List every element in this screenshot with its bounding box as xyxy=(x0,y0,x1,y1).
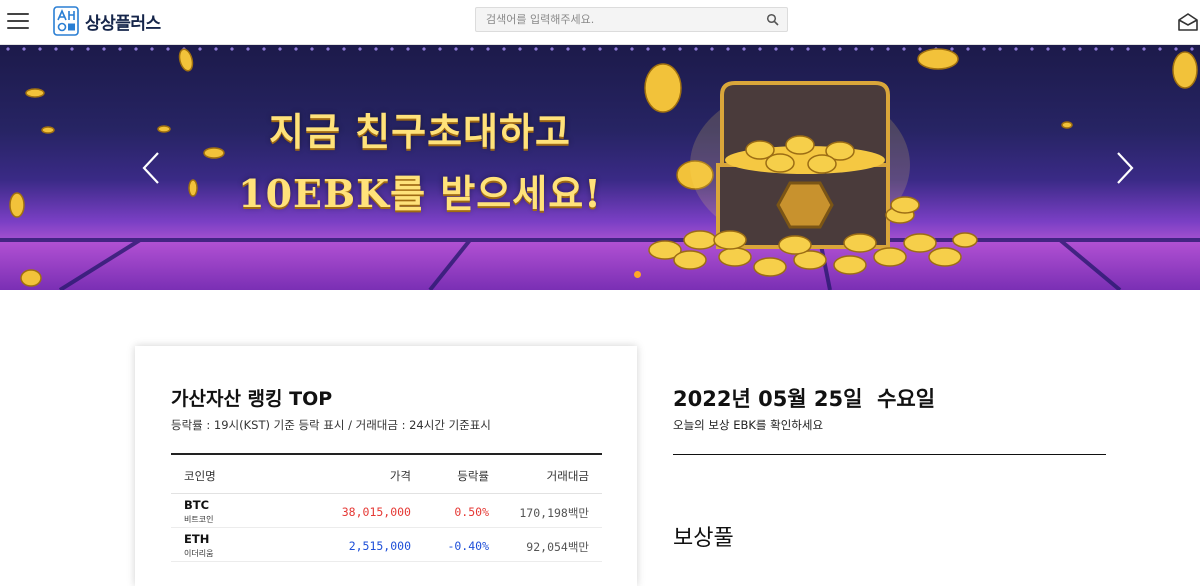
search-input[interactable] xyxy=(476,8,756,31)
chevron-right-icon[interactable] xyxy=(1114,150,1136,186)
table-row[interactable]: BTC 비트코인 38,015,000 0.50% 170,198백만 xyxy=(171,494,602,528)
coin-price: 2,515,000 xyxy=(348,539,411,553)
coin-symbol: BTC xyxy=(184,498,210,512)
coin-change: 0.50% xyxy=(454,505,489,519)
coin-name: 비트코인 xyxy=(184,515,214,524)
treasure-chest-art xyxy=(648,81,978,277)
coin-symbol: ETH xyxy=(184,532,210,546)
banner-headline: 지금 친구초대하고 10EBK를 받으세요! xyxy=(200,101,640,225)
ranking-table-header: 코인명 가격 등락률 거래대금 xyxy=(171,453,602,494)
logo[interactable]: 상상플러스 xyxy=(53,5,161,37)
coin-volume: 92,054백만 xyxy=(526,540,589,554)
menu-icon[interactable] xyxy=(7,12,29,30)
ranking-title: 가산자산 랭킹 TOP xyxy=(171,388,333,410)
today-date: 2022년 05월 25일 수요일 xyxy=(673,387,936,411)
search-box xyxy=(475,7,788,32)
ranking-table: 코인명 가격 등락률 거래대금 BTC 비트코인 38,015,000 0.50… xyxy=(171,453,602,562)
logo-text: 상상플러스 xyxy=(85,13,161,34)
top-header: 상상플러스 xyxy=(0,0,1200,45)
coin-change: -0.40% xyxy=(447,539,489,553)
chevron-left-icon[interactable] xyxy=(140,150,162,186)
coin-price: 38,015,000 xyxy=(341,505,411,519)
promo-banner[interactable]: 지금 친구초대하고 10EBK를 받으세요! xyxy=(0,45,1200,290)
divider xyxy=(673,454,1106,455)
col-price: 가격 xyxy=(389,469,411,483)
mail-icon[interactable] xyxy=(1176,10,1200,34)
banner-line-1: 지금 친구초대하고 xyxy=(269,109,571,154)
col-coin-name: 코인명 xyxy=(184,469,216,483)
search-icon[interactable] xyxy=(766,13,780,27)
col-volume: 거래대금 xyxy=(546,469,589,483)
ranking-subtitle: 등락률 : 19시(KST) 기준 등락 표시 / 거래대금 : 24시간 기준… xyxy=(171,418,491,432)
table-row[interactable]: ETH 이더리움 2,515,000 -0.40% 92,054백만 xyxy=(171,528,602,562)
today-subtitle: 오늘의 보상 EBK를 확인하세요 xyxy=(673,418,824,432)
banner-line-2: 10EBK를 받으세요! xyxy=(238,171,602,216)
coin-name: 이더리움 xyxy=(184,549,214,558)
reward-pool-title: 보상풀 xyxy=(673,526,734,551)
coin-volume: 170,198백만 xyxy=(519,506,589,520)
logo-mark-icon xyxy=(53,6,79,36)
carousel-indicator[interactable] xyxy=(634,271,641,278)
col-change: 등락률 xyxy=(457,469,489,483)
asset-ranking-card: 가산자산 랭킹 TOP 등락률 : 19시(KST) 기준 등락 표시 / 거래… xyxy=(135,346,637,586)
